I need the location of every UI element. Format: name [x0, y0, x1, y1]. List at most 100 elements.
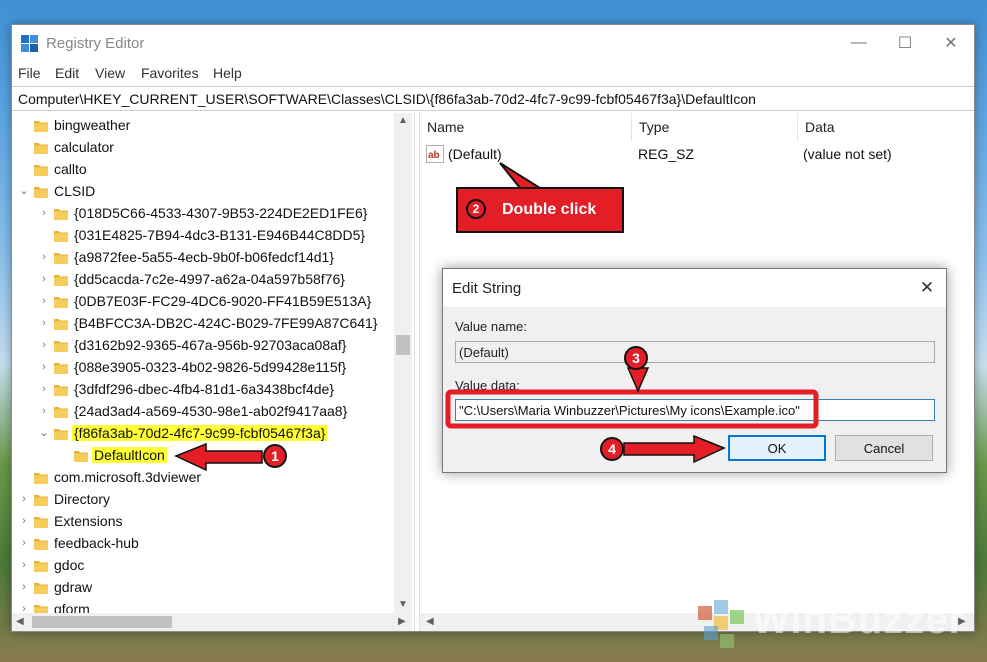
tree-item-label: {a9872fee-5a55-4ecb-9b0f-b06fedcf14d1} [74, 249, 334, 265]
chevron-right-icon[interactable]: › [18, 581, 30, 593]
folder-icon [54, 361, 68, 374]
folder-icon [34, 141, 48, 154]
tree-connector [58, 449, 70, 461]
ab-string-icon: ab [426, 145, 444, 163]
chevron-down-icon[interactable]: ⌄ [38, 427, 50, 439]
chevron-right-icon[interactable]: › [38, 273, 50, 285]
tree-item-label: {0DB7E03F-FC29-4DC6-9020-FF41B59E513A} [74, 293, 372, 309]
tree-item[interactable]: bingweather [12, 115, 392, 137]
scroll-down-icon[interactable]: ▼ [398, 599, 408, 610]
tree-item[interactable]: › gdoc [12, 555, 392, 577]
tree-hscroll-thumb[interactable] [32, 616, 172, 628]
window-title: Registry Editor [46, 35, 145, 52]
address-path: Computer\HKEY_CURRENT_USER\SOFTWARE\Clas… [18, 91, 756, 107]
list-scroll-left-icon[interactable]: ◀ [426, 616, 434, 627]
folder-icon [54, 295, 68, 308]
tree-item[interactable]: {031E4825-7B94-4dc3-B131-E946B44C8DD5} [12, 225, 392, 247]
folder-icon [54, 207, 68, 220]
edit-string-dialog: Edit String ✕ Value name: (Default) Valu… [442, 268, 947, 473]
menu-help[interactable]: Help [213, 65, 242, 81]
registry-tree: bingweather calculator callto ⌄ CLSID › {018D5… [12, 113, 414, 631]
list-item[interactable]: ab (Default) REG_SZ (value not set) [426, 143, 966, 165]
menu-favorites[interactable]: Favorites [141, 65, 199, 81]
folder-icon [34, 119, 48, 132]
chevron-right-icon[interactable]: › [18, 493, 30, 505]
column-name[interactable]: Name [420, 113, 632, 141]
tree-item[interactable]: › {a9872fee-5a55-4ecb-9b0f-b06fedcf14d1} [12, 247, 392, 269]
chevron-right-icon[interactable]: › [38, 405, 50, 417]
chevron-down-icon[interactable]: ⌄ [18, 185, 30, 197]
tree-item[interactable]: › {3dfdf296-dbec-4fb4-81d1-6a3438bcf4de} [12, 379, 392, 401]
address-bar[interactable]: Computer\HKEY_CURRENT_USER\SOFTWARE\Clas… [12, 86, 974, 111]
cancel-button[interactable]: Cancel [835, 435, 933, 461]
tree-item-label: feedback-hub [54, 535, 139, 551]
close-icon: ✕ [919, 278, 935, 297]
value-data: (value not set) [803, 146, 892, 162]
badge-1: 1 [263, 444, 287, 468]
tree-item-label: com.microsoft.3dviewer [54, 469, 202, 485]
scroll-right-icon[interactable]: ▶ [398, 616, 406, 627]
folder-icon [34, 185, 48, 198]
tree-item[interactable]: ⌄ {f86fa3ab-70d2-4fc7-9c99-fcbf05467f3a} [12, 423, 392, 445]
dialog-title-bar[interactable]: Edit String [443, 269, 946, 307]
tree-item[interactable]: DefaultIcon [12, 445, 392, 467]
chevron-right-icon[interactable]: › [38, 295, 50, 307]
menu-file[interactable]: File [18, 65, 41, 81]
badge-2: 2 [466, 199, 486, 219]
tree-item[interactable]: › {0DB7E03F-FC29-4DC6-9020-FF41B59E513A} [12, 291, 392, 313]
tree-item[interactable]: › Extensions [12, 511, 392, 533]
tree-item[interactable]: calculator [12, 137, 392, 159]
tree-item[interactable]: › gdraw [12, 577, 392, 599]
tree-item-label: {3dfdf296-dbec-4fb4-81d1-6a3438bcf4de} [74, 381, 334, 397]
chevron-right-icon[interactable]: › [38, 361, 50, 373]
menu-view[interactable]: View [95, 65, 125, 81]
tree-item-label: {f86fa3ab-70d2-4fc7-9c99-fcbf05467f3a} [72, 425, 328, 441]
tree-item[interactable]: › {018D5C66-4533-4307-9B53-224DE2ED1FE6} [12, 203, 392, 225]
tree-item[interactable]: ⌄ CLSID [12, 181, 392, 203]
column-data[interactable]: Data [798, 113, 974, 141]
tree-item[interactable]: callto [12, 159, 392, 181]
chevron-right-icon[interactable]: › [38, 383, 50, 395]
minimize-icon: — [851, 34, 867, 51]
column-type[interactable]: Type [632, 113, 798, 141]
tree-item[interactable]: › {d3162b92-9365-467a-956b-92703aca08af} [12, 335, 392, 357]
chevron-right-icon[interactable]: › [18, 559, 30, 571]
scroll-left-icon[interactable]: ◀ [16, 616, 24, 627]
dialog-close-button[interactable]: ✕ [916, 277, 938, 299]
close-button[interactable]: ✕ [928, 25, 974, 61]
folder-icon [34, 559, 48, 572]
value-data-input[interactable]: "C:\Users\Maria Winbuzzer\Pictures\My ic… [455, 399, 935, 421]
ok-button[interactable]: OK [728, 435, 826, 461]
tree-vertical-scrollbar[interactable]: ▲ ▼ [394, 113, 412, 613]
tree-item-label: CLSID [54, 183, 96, 199]
tree-item[interactable]: › feedback-hub [12, 533, 392, 555]
tree-item-label: {dd5cacda-7c2e-4997-a62a-04a597b58f76} [74, 271, 345, 287]
tree-item[interactable]: › {088e3905-0323-4b02-9826-5d99428e115f} [12, 357, 392, 379]
chevron-right-icon[interactable]: › [18, 515, 30, 527]
tree-item[interactable]: › Directory [12, 489, 392, 511]
maximize-button[interactable]: ☐ [882, 25, 928, 61]
menu-edit[interactable]: Edit [55, 65, 79, 81]
scroll-up-icon[interactable]: ▲ [398, 115, 408, 126]
tree-scroll-thumb[interactable] [396, 335, 410, 355]
tree-connector [38, 229, 50, 241]
folder-icon [34, 581, 48, 594]
tree-item[interactable]: › {B4BFCC3A-DB2C-424C-B029-7FE99A87C641} [12, 313, 392, 335]
chevron-right-icon[interactable]: › [38, 317, 50, 329]
title-bar[interactable]: Registry Editor — ☐ ✕ [12, 25, 974, 61]
callout-text: Double click [502, 201, 597, 218]
tree-item-label: Extensions [54, 513, 123, 529]
winbuzzer-logo-icon [698, 600, 744, 648]
minimize-button[interactable]: — [836, 25, 882, 61]
tree-item[interactable]: › {24ad3ad4-a569-4530-98e1-ab02f9417aa8} [12, 401, 392, 423]
winbuzzer-watermark: WinBuzzer [690, 596, 980, 656]
registry-editor-icon [21, 35, 39, 53]
tree-item[interactable]: › {dd5cacda-7c2e-4997-a62a-04a597b58f76} [12, 269, 392, 291]
chevron-right-icon[interactable]: › [38, 207, 50, 219]
folder-icon [54, 383, 68, 396]
chevron-right-icon[interactable]: › [38, 251, 50, 263]
chevron-right-icon[interactable]: › [18, 537, 30, 549]
tree-horizontal-scrollbar[interactable]: ◀ ▶ [12, 613, 412, 631]
chevron-right-icon[interactable]: › [38, 339, 50, 351]
tree-item[interactable]: com.microsoft.3dviewer [12, 467, 392, 489]
